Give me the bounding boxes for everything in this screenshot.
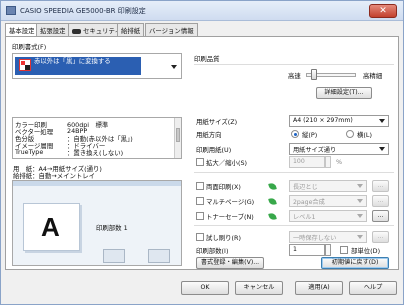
tab-advanced[interactable]: 拡張設定 [36,23,70,37]
toner-level-select[interactable]: レベル1 [289,210,367,222]
tab-version[interactable]: バージョン情報 [145,23,198,37]
scale-label: 拡大／縮小(S) [206,159,247,167]
landscape-label: 横(L) [357,131,372,139]
key-icon [72,28,81,34]
print-style-text: 赤以外は「黒」に変換する [34,57,111,65]
output-size-select[interactable]: 用紙サイズ通り [289,143,389,155]
copies-label: 印刷部数(I) [196,247,229,255]
eco-leaf-icon [268,197,277,206]
scale-input[interactable]: 100 [289,156,325,168]
feed-summary-line: 給排紙：自動→メイントレイ [13,172,96,180]
output-size-value: 用紙サイズ通り [293,147,337,154]
chevron-down-icon [379,147,385,151]
summary-key: TrueType [15,148,44,156]
chevron-down-icon [357,199,363,203]
toner-save-checkbox[interactable] [196,212,204,220]
settings-summary-list[interactable]: カラー印刷 600dpi 標準 ベクター処理 24BPP 色分版 ：自動(赤以外… [12,117,182,159]
paper-size-label: 用紙サイズ(Z) [196,118,238,126]
preview-shadow-line [31,203,82,213]
quality-slider-thumb[interactable] [310,69,317,80]
output-size-label: 印刷用紙(U) [196,146,232,154]
register-format-button[interactable]: 書式登録・編集(V)... [196,257,264,269]
copies-input[interactable]: 1 [289,244,325,256]
trial-print-label: 試し刷り(R) [206,234,241,242]
detail-settings-button[interactable]: 詳細設定(T)... [316,87,372,99]
duplex-label: 両面印刷(X) [206,183,241,191]
duplex-value: 長辺とじ [293,184,318,191]
copies-value: 1 [293,246,297,253]
preview-letter: A [41,212,60,242]
landscape-radio[interactable] [346,130,354,138]
multipage-more-button[interactable]: ... [372,195,389,207]
apply-button[interactable]: 適用(A) [295,281,343,295]
trial-print-select[interactable]: 一時保存しない [289,231,367,243]
divider [194,172,394,173]
trial-more-button[interactable]: ... [372,231,389,243]
ok-button[interactable]: OK [181,281,229,295]
tab-security-label: セキュリティ [83,27,121,35]
collate-label: 部単位(D) [351,247,381,255]
copies-spinner-icon[interactable] [325,244,331,256]
color-convert-icon [19,59,31,71]
trial-print-checkbox[interactable] [196,233,204,241]
toner-save-label: トナーセーブ(N) [206,213,254,221]
reset-defaults-button[interactable]: 初期値に戻す(D) [321,257,389,269]
help-button[interactable]: ヘルプ [349,281,397,295]
multipage-checkbox[interactable] [196,197,204,205]
collate-checkbox[interactable] [340,246,348,254]
duplex-select[interactable]: 長辺とじ [289,180,367,192]
duplex-checkbox[interactable] [196,182,204,190]
quality-slider[interactable] [306,69,356,80]
multipage-value: 2page合成 [293,199,325,206]
tab-paper-feed[interactable]: 給排紙 [117,23,145,37]
chevron-down-icon [357,214,363,218]
toner-more-button[interactable]: ... [372,210,389,222]
output-tray-icon [148,249,170,263]
paper-size-value: A4 (210 × 297mm) [293,117,353,124]
trial-print-value: 一時保存しない [293,235,337,242]
scale-checkbox[interactable] [196,158,204,166]
multipage-label: マルチページ(G) [206,198,255,206]
paper-size-select[interactable]: A4 (210 × 297mm) [289,115,389,127]
printer-icon [6,6,16,15]
eco-leaf-icon [268,212,277,221]
orientation-label: 用紙方向 [196,131,222,139]
scale-value: 100 [293,158,305,165]
quality-label: 印刷品質 [194,55,220,63]
toner-level-value: レベル1 [293,214,316,221]
chevron-down-icon [357,184,363,188]
title-bar: CASIO SPEEDIA GE5000-BR 印刷設定 ✕ [1,1,403,21]
divider [194,225,394,226]
summary-scrollbar[interactable] [174,118,181,158]
portrait-label: 縦(P) [302,131,318,139]
basic-settings-panel: 印刷書式(F) 赤以外は「黒」に変換する カラー印刷 600dpi 標準 ベクタ… [5,36,399,270]
speed-label: 高速 [288,72,301,80]
print-style-label: 印刷書式(F) [12,43,47,51]
page-preview: A 印刷部数 1 [12,180,182,266]
tray-icon [103,249,125,263]
duplex-more-button[interactable]: ... [372,180,389,192]
window-title: CASIO SPEEDIA GE5000-BR 印刷設定 [20,7,146,15]
scale-spinner-icon[interactable] [325,156,331,168]
cancel-button[interactable]: キャンセル [235,281,283,295]
print-settings-window: CASIO SPEEDIA GE5000-BR 印刷設定 ✕ 基本設定 拡張設定… [0,0,404,305]
fine-label: 高精細 [363,72,383,80]
chevron-down-icon [379,119,385,123]
summary-value: ：置き換え(しない) [67,149,124,157]
eco-leaf-icon [268,182,277,191]
portrait-radio[interactable] [291,130,299,138]
preview-copies: 印刷部数 1 [96,224,128,232]
dialog-buttons: OK キャンセル 適用(A) ヘルプ [1,271,403,304]
close-button[interactable]: ✕ [369,4,397,18]
print-style-select[interactable]: 赤以外は「黒」に変換する [12,53,182,79]
chevron-down-icon [171,65,177,69]
multipage-select[interactable]: 2page合成 [289,195,367,207]
scale-unit: % [336,158,343,166]
chevron-down-icon [357,235,363,239]
